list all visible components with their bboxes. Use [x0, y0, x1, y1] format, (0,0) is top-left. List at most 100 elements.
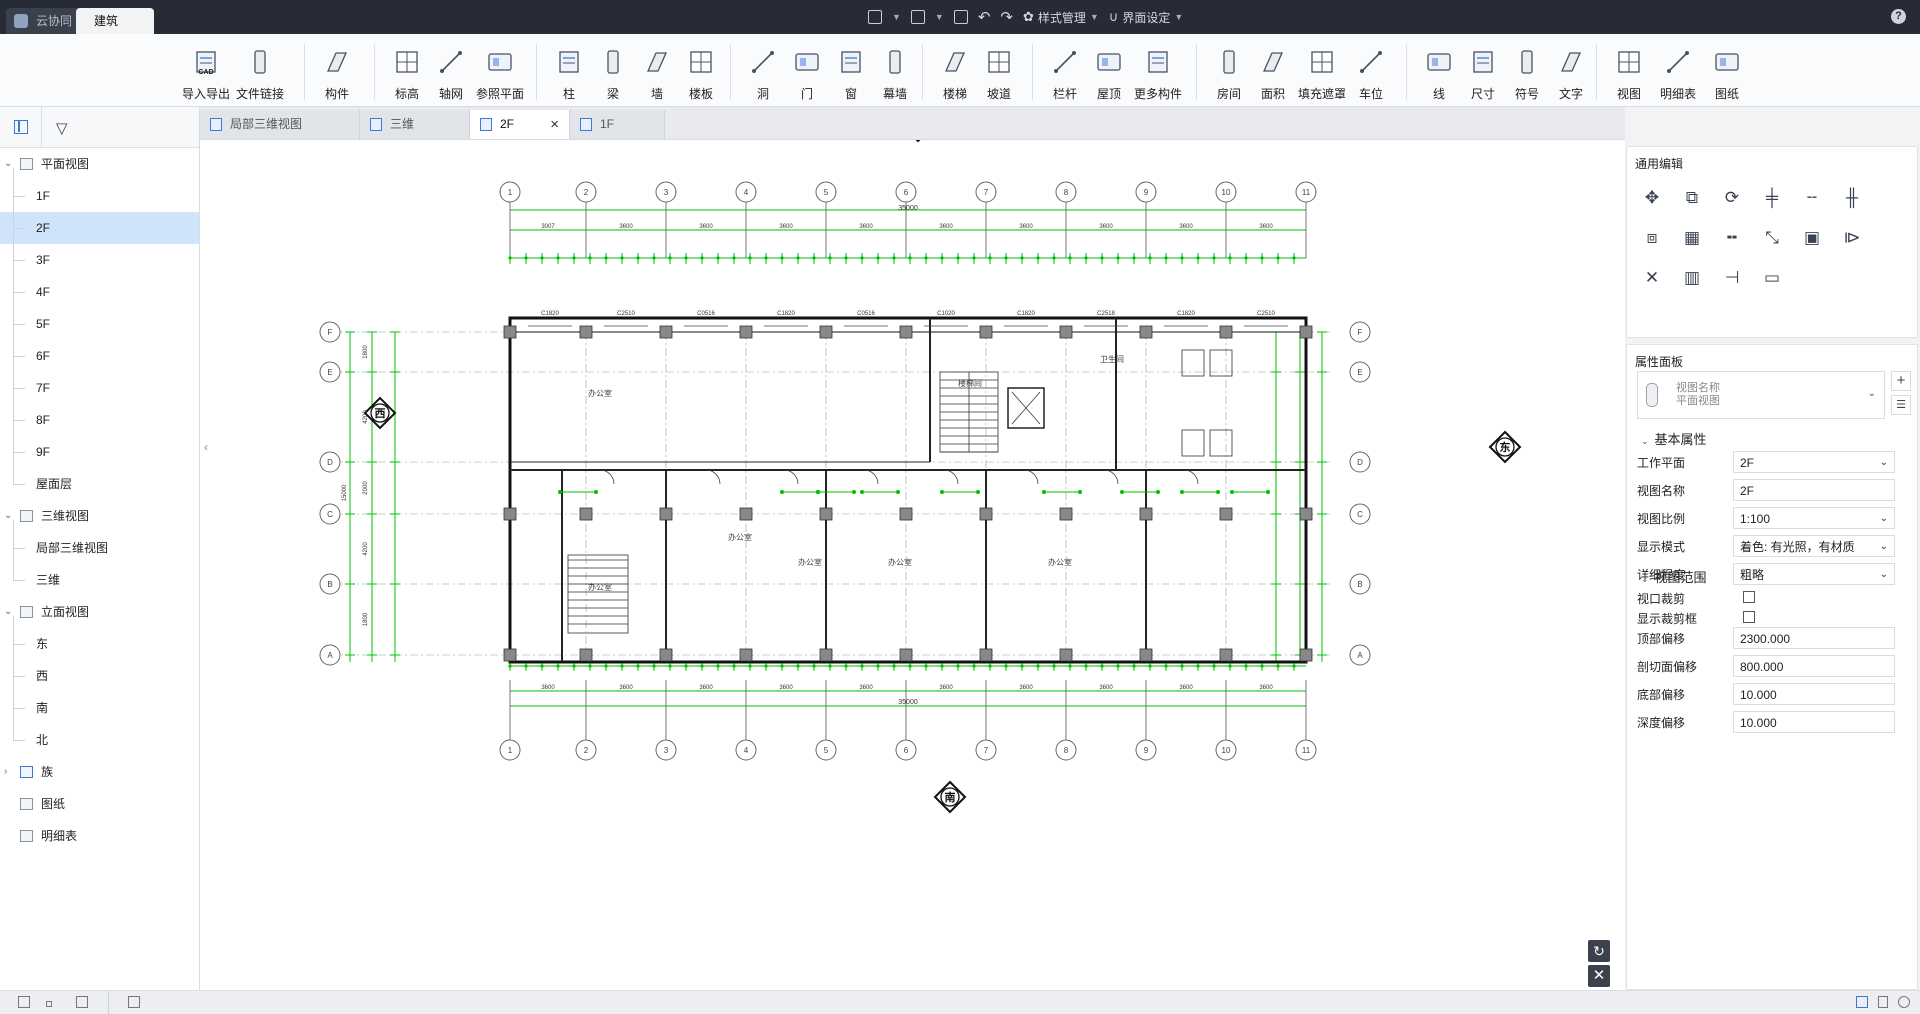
room-button[interactable]: 房间 — [1208, 40, 1250, 102]
small-grid-icon[interactable] — [46, 1001, 52, 1007]
move-icon[interactable]: ✥ — [1641, 187, 1663, 209]
list-icon[interactable]: ☰ — [1891, 395, 1911, 415]
prop-value-field[interactable]: 粗略 ⌄ — [1733, 563, 1895, 585]
view-range-header[interactable]: ⌄ 视图范围 — [1641, 567, 1707, 586]
undo-icon[interactable]: ↶ — [978, 8, 991, 26]
tree-floor-8[interactable]: 9F — [0, 436, 199, 468]
fill-mask-button[interactable]: 填充遮罩 — [1296, 40, 1348, 102]
tab-architecture[interactable]: 建筑 — [76, 8, 155, 34]
layout-icon[interactable] — [1856, 996, 1868, 1008]
print-icon[interactable] — [953, 10, 968, 24]
schedule-button[interactable]: 明细表 — [1652, 40, 1704, 102]
tab-cloud-collab[interactable]: 云协同 — [6, 8, 85, 34]
offset-icon[interactable]: ⧈ — [1641, 227, 1663, 249]
column-button[interactable]: 柱 — [548, 40, 590, 102]
tile-view-icon[interactable] — [76, 996, 88, 1008]
doc-tab-1[interactable]: 三维 — [360, 110, 470, 139]
rotate-view-icon[interactable]: ↻ — [1588, 940, 1610, 962]
doc-tab-0[interactable]: 局部三维视图 — [200, 110, 360, 139]
component-button[interactable]: 构件 — [316, 40, 358, 102]
table-icon[interactable] — [128, 996, 140, 1008]
checkbox[interactable] — [1743, 591, 1755, 603]
reference-plane-button[interactable]: 参照平面 — [474, 40, 526, 102]
window-button[interactable]: 窗 — [830, 40, 872, 102]
opening-button[interactable]: 洞 — [742, 40, 784, 102]
import-export-button[interactable]: CAD 导入导出 — [180, 40, 232, 102]
split-icon[interactable]: ╌ — [1801, 187, 1823, 209]
stair-button[interactable]: 楼梯 — [934, 40, 976, 102]
beam-button[interactable]: 梁 — [592, 40, 634, 102]
view-type-selector[interactable]: 视图名称 平面视图 ⌄ — [1637, 371, 1885, 419]
rotate-icon[interactable]: ⟳ — [1721, 187, 1743, 209]
drawing-button[interactable]: 图纸 — [1706, 40, 1748, 102]
tree-floor-3[interactable]: 4F — [0, 276, 199, 308]
prop-value-field[interactable]: 800.000 — [1733, 655, 1895, 677]
page-icon[interactable] — [1878, 996, 1888, 1008]
tree-elevation-1[interactable]: 西 — [0, 660, 199, 692]
doc-tab-3[interactable]: 1F — [570, 110, 665, 139]
tree-plan-views[interactable]: ⌄ 平面视图 — [0, 148, 199, 180]
tree-schedules[interactable]: 明细表 — [0, 820, 199, 852]
roof-button[interactable]: 屋顶 — [1088, 40, 1130, 102]
tree-elevation-0[interactable]: 东 — [0, 628, 199, 660]
tree-floor-1[interactable]: 2F — [0, 212, 199, 244]
redo-icon[interactable]: ↷ — [1000, 8, 1013, 26]
door-button[interactable]: 门 — [786, 40, 828, 102]
checkbox[interactable] — [1743, 611, 1755, 623]
line-button[interactable]: 线 — [1418, 40, 1460, 102]
doc-tab-2[interactable]: 2F × — [470, 110, 570, 139]
save-icon[interactable] — [868, 10, 882, 24]
tree-3d-views[interactable]: ⌄ 三维视图 — [0, 500, 199, 532]
collapse-panel-icon[interactable]: ‹ — [204, 440, 214, 458]
prop-value-field[interactable]: 10.000 — [1733, 711, 1895, 733]
area-button[interactable]: 面积 — [1252, 40, 1294, 102]
close-tab-icon[interactable]: × — [550, 110, 559, 139]
scale-icon[interactable]: ⤡ — [1761, 227, 1783, 249]
tree-elevations[interactable]: ⌄ 立面视图 — [0, 596, 199, 628]
prop-value-field[interactable]: 2300.000 — [1733, 627, 1895, 649]
array-icon[interactable]: ▦ — [1681, 227, 1703, 249]
mirror-icon[interactable]: ⧐ — [1841, 227, 1863, 249]
tree-floor-2[interactable]: 3F — [0, 244, 199, 276]
prop-value-field[interactable]: 2F — [1733, 479, 1895, 501]
prop-value-field[interactable]: 2F ⌄ — [1733, 451, 1895, 473]
filter-icon[interactable]: ▽ — [56, 119, 68, 137]
tree-floor-7[interactable]: 8F — [0, 404, 199, 436]
expand-arrow-icon[interactable]: › — [4, 756, 14, 788]
copy-icon[interactable]: ⧉ — [1681, 187, 1703, 209]
level-button[interactable]: 标高 — [386, 40, 428, 102]
tree-floor-9[interactable]: 屋面层 — [0, 468, 199, 500]
settings-icon[interactable] — [1898, 996, 1910, 1008]
railing-button[interactable]: 栏杆 — [1044, 40, 1086, 102]
tree-elevation-2[interactable]: 南 — [0, 692, 199, 724]
symbol-button[interactable]: 符号 — [1506, 40, 1548, 102]
delete-icon[interactable]: ✕ — [1641, 267, 1663, 289]
drawing-canvas[interactable]: 1 1 2 2 3 3 4 4 5 5 6 6 7 7 8 8 9 9 10 10 11 11 F F E E D D C C B B A A 35… — [200, 109, 1625, 990]
tree-floor-0[interactable]: 1F — [0, 180, 199, 212]
text-button[interactable]: 文字 — [1550, 40, 1592, 102]
style-manage-button[interactable]: ✿ 样式管理 ▼ — [1023, 9, 1099, 26]
tree-3d-item-1[interactable]: 三维 — [0, 564, 199, 596]
attach-icon[interactable]: ⊣ — [1721, 267, 1743, 289]
prop-value-field[interactable]: 1:100 ⌄ — [1733, 507, 1895, 529]
view-button[interactable]: 视图 — [1608, 40, 1650, 102]
file-link-button[interactable]: 文件链接 — [234, 40, 286, 102]
prop-value-field[interactable]: 着色: 有光照，有材质 ⌄ — [1733, 535, 1895, 557]
tree-elevation-3[interactable]: 北 — [0, 724, 199, 756]
dimension-button[interactable]: 尺寸 — [1462, 40, 1504, 102]
tree-floor-5[interactable]: 6F — [0, 340, 199, 372]
align-icon[interactable]: ╪ — [1761, 187, 1783, 209]
chevron-down-icon[interactable]: ▼ — [935, 12, 944, 22]
chevron-down-icon[interactable]: ▼ — [892, 12, 901, 22]
tree-drawings[interactable]: 图纸 — [0, 788, 199, 820]
measure-icon[interactable]: ▭ — [1761, 267, 1783, 289]
tree-floor-4[interactable]: 5F — [0, 308, 199, 340]
wall-3d-icon[interactable]: ▥ — [1681, 267, 1703, 289]
trim-icon[interactable]: ╫ — [1841, 187, 1863, 209]
group-icon[interactable]: ▣ — [1801, 227, 1823, 249]
basic-props-header[interactable]: ⌄ 基本属性 — [1641, 429, 1707, 448]
ramp-button[interactable]: 坡道 — [978, 40, 1020, 102]
slab-button[interactable]: 楼板 — [680, 40, 722, 102]
more-components-button[interactable]: 更多构件 — [1132, 40, 1184, 102]
floor-plan-drawing[interactable]: 11223344556677889910101111F FE ED DC CB BA A35… — [200, 109, 1625, 990]
